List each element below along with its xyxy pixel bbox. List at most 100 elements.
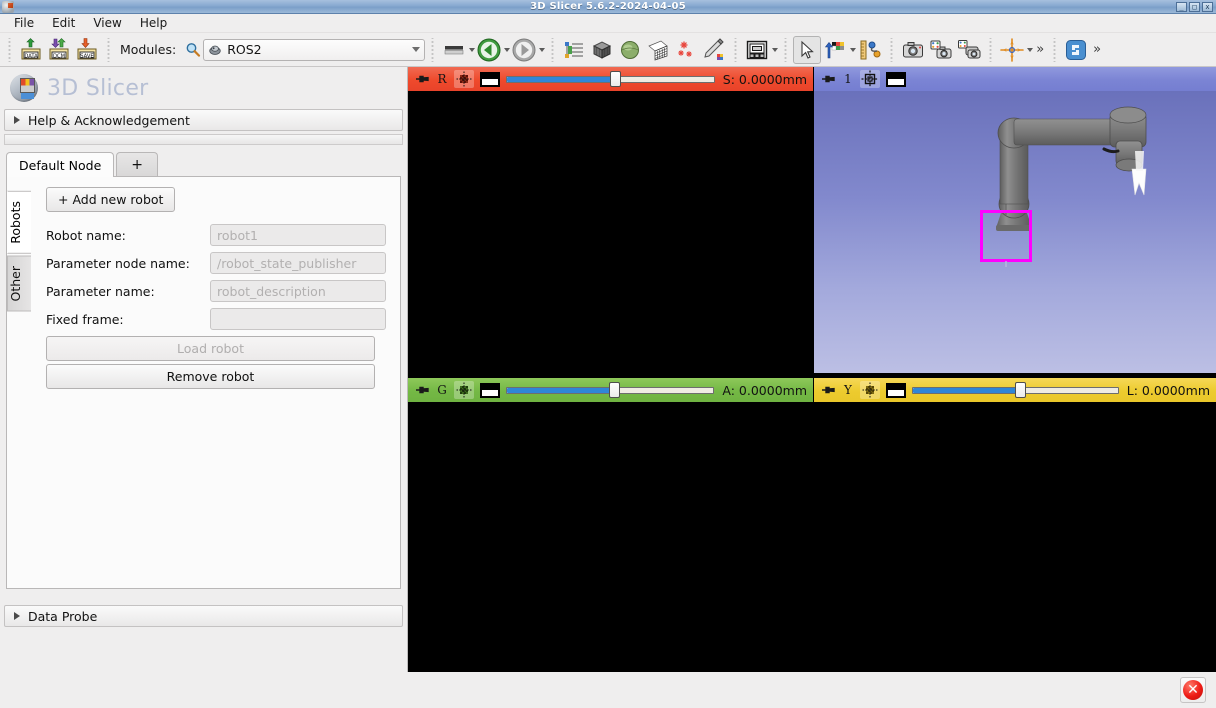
slider-fill: [507, 388, 616, 393]
models-button[interactable]: [616, 36, 644, 64]
slice-layout-icon[interactable]: [886, 382, 906, 398]
yellow-slice-slider[interactable]: [912, 382, 1119, 398]
red-slice-slider[interactable]: [506, 71, 715, 87]
menu-view[interactable]: View: [85, 14, 129, 32]
pin-icon[interactable]: [820, 384, 836, 396]
view-center-icon[interactable]: [860, 70, 880, 88]
data-icon: DATA: [21, 37, 41, 59]
menu-file[interactable]: File: [6, 14, 42, 32]
yellow-slice-canvas[interactable]: [814, 402, 1216, 672]
threed-canvas[interactable]: [814, 91, 1216, 373]
window-title: 3D Slicer 5.6.2-2024-04-05: [530, 0, 686, 12]
main-toolbar: DATA DCM SAVE Modules: ROS2 » »: [0, 33, 1216, 67]
add-new-robot-button[interactable]: + Add new robot: [46, 187, 176, 212]
load-dicom-button[interactable]: DCM: [45, 36, 73, 64]
grid-plane-icon: [648, 40, 668, 60]
toolbar-separator: [732, 37, 740, 62]
data-probe-section[interactable]: Data Probe: [4, 605, 403, 627]
title-bar: 3D Slicer 5.6.2-2024-04-05 _ □ x: [0, 0, 1216, 14]
vtab-other-label: Other: [8, 265, 23, 302]
status-bar: ✕: [0, 672, 1216, 708]
next-module-button[interactable]: [510, 36, 538, 64]
reticle-icon[interactable]: [860, 381, 880, 399]
load-robot-button[interactable]: Load robot: [46, 336, 375, 361]
window-level-button[interactable]: [821, 36, 849, 64]
fixed-frame-label: Fixed frame:: [46, 311, 124, 327]
maximize-button[interactable]: □: [1189, 1, 1200, 12]
camera-icon: [903, 41, 924, 57]
toolbar-separator: [6, 37, 13, 62]
green-slice-slider[interactable]: [506, 382, 715, 398]
capture-sequence-button[interactable]: [955, 36, 983, 64]
parameter-node-name-input[interactable]: /robot_state_publisher: [210, 252, 386, 274]
brand-header: 3D Slicer: [0, 67, 407, 109]
parameter-node-name-label: Parameter node name:: [46, 255, 190, 271]
module-search-button[interactable]: [183, 36, 203, 64]
crosshair-overflow-button[interactable]: »: [1033, 42, 1047, 57]
menu-help[interactable]: Help: [132, 14, 175, 32]
slider-handle[interactable]: [609, 382, 621, 398]
slider-handle[interactable]: [1014, 382, 1026, 398]
volume-rendering-button[interactable]: [588, 36, 616, 64]
red-slice-letter: R: [437, 72, 447, 86]
svg-text:DATA: DATA: [24, 53, 38, 59]
tab-add-node[interactable]: +: [116, 152, 159, 177]
python-console-button[interactable]: [1062, 36, 1090, 64]
reticle-icon[interactable]: [454, 70, 474, 88]
pin-icon[interactable]: [414, 384, 430, 396]
pin-icon[interactable]: [414, 73, 430, 85]
save-icon: SAVE: [77, 37, 97, 59]
save-data-button[interactable]: SAVE: [73, 36, 101, 64]
segment-editor-button[interactable]: [672, 36, 700, 64]
python-icon: [1066, 39, 1087, 60]
tab-default-node-label: Default Node: [19, 157, 102, 173]
window-level-icon: [825, 41, 845, 58]
module-selector[interactable]: ROS2: [203, 38, 426, 61]
load-data-button[interactable]: DATA: [17, 36, 45, 64]
error-log-button[interactable]: ✕: [1180, 677, 1206, 703]
chevron-down-icon[interactable]: [539, 47, 546, 52]
vtab-other[interactable]: Other: [7, 255, 31, 312]
subject-hierarchy-button[interactable]: [560, 36, 588, 64]
red-slice-canvas[interactable]: [408, 91, 813, 373]
robot-name-input[interactable]: robot1: [210, 224, 386, 246]
chevron-down-icon[interactable]: [772, 47, 779, 52]
slice-layout-icon[interactable]: [480, 382, 500, 398]
help-acknowledgement-section[interactable]: Help & Acknowledgement: [4, 109, 403, 131]
threed-layout-icon[interactable]: [886, 71, 906, 87]
ruler-button[interactable]: [856, 36, 884, 64]
red-slice-view: R S: 0.0000mm: [408, 67, 814, 373]
toolbar-separator: [782, 37, 790, 62]
slider-handle[interactable]: [609, 71, 621, 87]
threed-view-header: 1: [814, 67, 1216, 91]
toolbar-overflow-button[interactable]: »: [1090, 42, 1104, 57]
pencil-icon: [704, 37, 724, 60]
parameter-name-input[interactable]: robot_description: [210, 280, 386, 302]
mouse-mode-button[interactable]: [793, 35, 822, 64]
markups-button[interactable]: [700, 36, 728, 64]
volumes-button[interactable]: [644, 36, 672, 64]
node-tab-pane: Robots Other + Add new robot Robot name:…: [6, 176, 401, 589]
red-slice-header: R S: 0.0000mm: [408, 67, 813, 91]
parameter-node-name-placeholder: /robot_state_publisher: [217, 255, 357, 271]
slice-layout-icon[interactable]: [480, 71, 500, 87]
green-slice-letter: G: [437, 383, 447, 397]
remove-robot-button[interactable]: Remove robot: [46, 364, 375, 389]
ruler-icon: [860, 40, 881, 59]
screenshot-button[interactable]: [899, 36, 927, 64]
tab-default-node[interactable]: Default Node: [6, 152, 115, 177]
previous-module-button[interactable]: [475, 36, 503, 64]
menu-edit[interactable]: Edit: [44, 14, 83, 32]
fixed-frame-input[interactable]: [210, 308, 386, 330]
close-button[interactable]: x: [1202, 1, 1213, 12]
robot-name-row: Robot name: robot1: [35, 224, 386, 246]
scene-views-button[interactable]: [927, 36, 955, 64]
layout-button[interactable]: [743, 36, 771, 64]
favorite-modules-button[interactable]: [440, 36, 468, 64]
pin-icon[interactable]: [820, 73, 836, 85]
minimize-button[interactable]: _: [1176, 1, 1187, 12]
crosshair-button[interactable]: [998, 36, 1026, 64]
green-slice-canvas[interactable]: [408, 402, 813, 672]
vtab-robots[interactable]: Robots: [7, 191, 31, 254]
reticle-icon[interactable]: [454, 381, 474, 399]
